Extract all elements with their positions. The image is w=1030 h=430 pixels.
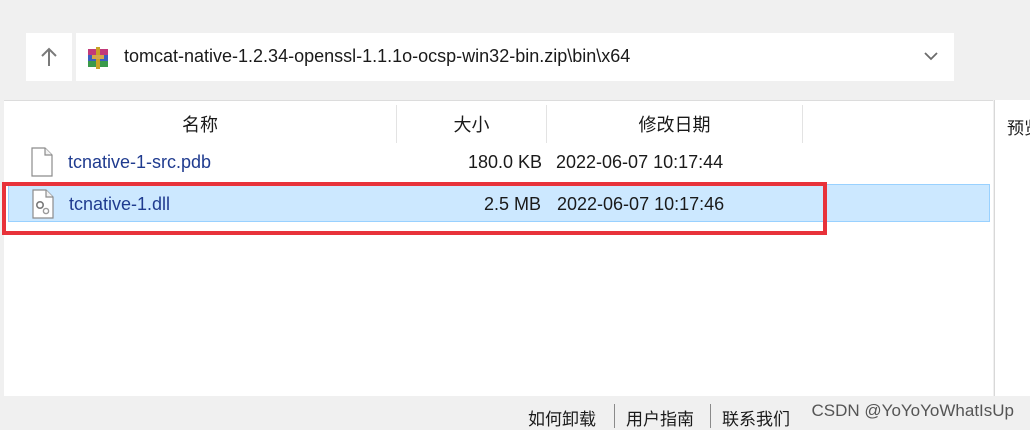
file-icon bbox=[31, 147, 53, 177]
column-header-empty bbox=[803, 105, 984, 143]
file-modified: 2022-06-07 10:17:46 bbox=[557, 193, 725, 214]
up-button[interactable] bbox=[26, 33, 72, 81]
address-path: tomcat-native-1.2.34-openssl-1.1.1o-ocsp… bbox=[124, 46, 631, 66]
arrow-up-icon bbox=[41, 47, 57, 66]
file-list: 名称 大小 修改日期 tcnative-1-src.pdb 180.0 KB 2… bbox=[4, 100, 993, 396]
footer-divider bbox=[710, 404, 711, 428]
file-row[interactable]: tcnative-1-src.pdb 180.0 KB 2022-06-07 1… bbox=[8, 143, 990, 181]
file-name: tcnative-1.dll bbox=[69, 193, 171, 214]
file-modified: 2022-06-07 10:17:44 bbox=[556, 151, 724, 172]
column-header-modified-label: 修改日期 bbox=[638, 115, 711, 135]
column-header-modified[interactable]: 修改日期 bbox=[547, 105, 803, 143]
footer-divider bbox=[614, 404, 615, 428]
column-header-size[interactable]: 大小 bbox=[397, 105, 547, 143]
file-size: 2.5 MB bbox=[483, 193, 541, 214]
toolbar: tomcat-native-1.2.34-openssl-1.1.1o-ocsp… bbox=[0, 0, 1030, 100]
column-header-name[interactable]: 名称 bbox=[4, 105, 397, 143]
preview-pane: 预览 bbox=[994, 100, 1030, 396]
uninstall-link[interactable]: 如何卸载 bbox=[528, 405, 596, 430]
address-bar[interactable]: tomcat-native-1.2.34-openssl-1.1.1o-ocsp… bbox=[76, 33, 954, 81]
column-header-size-label: 大小 bbox=[453, 115, 490, 135]
contact-us-link[interactable]: 联系我们 bbox=[722, 405, 790, 430]
dll-file-icon bbox=[32, 189, 54, 219]
winrar-archive-icon bbox=[88, 47, 108, 69]
footer: 如何卸载 用户指南 联系我们 CSDN @YoYoYoWhatIsUp bbox=[0, 396, 1030, 430]
file-name: tcnative-1-src.pdb bbox=[68, 151, 212, 172]
file-size: 180.0 KB bbox=[467, 151, 542, 172]
watermark: CSDN @YoYoYoWhatIsUp bbox=[811, 401, 1014, 420]
column-headers: 名称 大小 修改日期 bbox=[4, 105, 984, 143]
user-guide-link[interactable]: 用户指南 bbox=[626, 405, 694, 430]
file-row-selected[interactable]: tcnative-1.dll 2.5 MB 2022-06-07 10:17:4… bbox=[8, 184, 990, 222]
chevron-down-icon[interactable] bbox=[922, 47, 940, 65]
preview-label: 预览 bbox=[1007, 119, 1030, 138]
column-header-name-label: 名称 bbox=[182, 115, 218, 135]
